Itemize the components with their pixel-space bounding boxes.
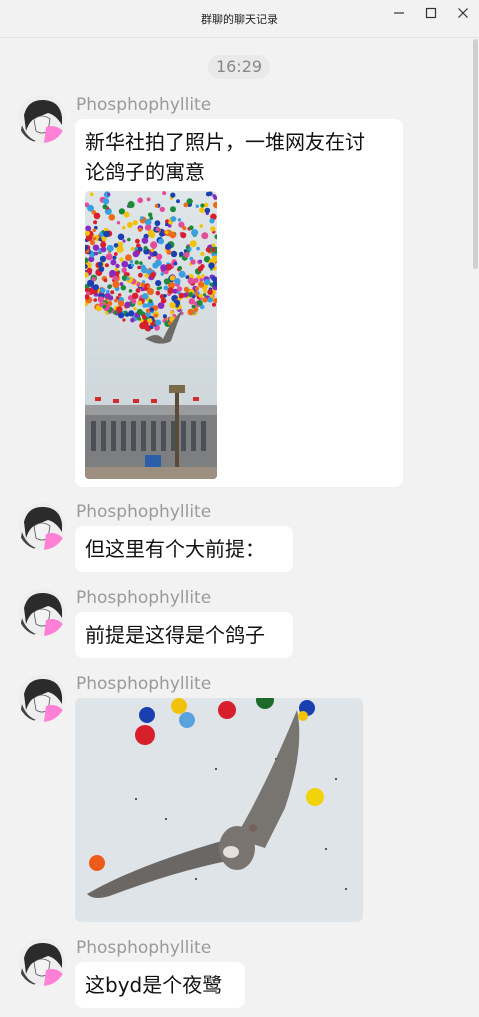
sender-name: Phosphophyllite xyxy=(76,588,212,608)
message-text: 但这里有个大前提： xyxy=(85,537,265,561)
avatar-icon xyxy=(18,95,66,143)
message-text: 前提是这得是个鸽子 xyxy=(85,623,265,647)
timestamp: 16:29 xyxy=(208,55,270,79)
avatar[interactable] xyxy=(18,95,66,143)
avatar-icon xyxy=(18,502,66,550)
maximize-button[interactable] xyxy=(417,4,445,22)
message-image[interactable] xyxy=(75,698,363,922)
avatar[interactable] xyxy=(18,674,66,722)
message-item: Phosphophyllite 这byd是个夜鹭 xyxy=(0,938,470,1017)
message-bubble[interactable]: 前提是这得是个鸽子 xyxy=(75,612,293,658)
message-item: Phosphophyllite 但这里有个大前提： xyxy=(0,502,470,574)
message-text-line: 新华社拍了照片，一堆网友在讨 xyxy=(85,130,365,154)
sender-name: Phosphophyllite xyxy=(76,502,212,522)
sender-name: Phosphophyllite xyxy=(76,95,212,115)
message-text: 这byd是个夜鹭 xyxy=(85,973,223,997)
avatar[interactable] xyxy=(18,588,66,636)
close-icon xyxy=(458,8,468,18)
chat-history[interactable]: 16:29 Phosphophyllite 新华社拍了照片，一堆网友在讨 论鸽子… xyxy=(0,39,470,1017)
maximize-icon xyxy=(425,7,437,19)
message-bubble[interactable]: 新华社拍了照片，一堆网友在讨 论鸽子的寓意 xyxy=(75,119,403,487)
avatar[interactable] xyxy=(18,502,66,550)
avatar-icon xyxy=(18,938,66,986)
message-bubble[interactable]: 但这里有个大前提： xyxy=(75,526,293,572)
sender-name: Phosphophyllite xyxy=(76,674,212,694)
minimize-button[interactable] xyxy=(385,4,413,22)
photo-bird-closeup-balloons-icon xyxy=(75,698,363,922)
photo-balloons-pigeon-building-icon xyxy=(85,191,217,479)
message-item: Phosphophyllite 前提是这得是个鸽子 xyxy=(0,588,470,660)
minimize-icon xyxy=(394,12,404,14)
title-bar: 群聊的聊天记录 xyxy=(0,0,479,38)
message-image[interactable] xyxy=(85,191,217,479)
avatar-icon xyxy=(18,588,66,636)
message-text-line: 论鸽子的寓意 xyxy=(85,160,205,184)
message-item: Phosphophyllite xyxy=(0,674,470,924)
sender-name: Phosphophyllite xyxy=(76,938,212,958)
avatar-icon xyxy=(18,674,66,722)
message-item: Phosphophyllite 新华社拍了照片，一堆网友在讨 论鸽子的寓意 xyxy=(0,95,470,490)
avatar[interactable] xyxy=(18,938,66,986)
message-bubble[interactable]: 这byd是个夜鹭 xyxy=(75,962,245,1008)
close-button[interactable] xyxy=(449,4,477,22)
scrollbar-thumb[interactable] xyxy=(473,39,478,269)
